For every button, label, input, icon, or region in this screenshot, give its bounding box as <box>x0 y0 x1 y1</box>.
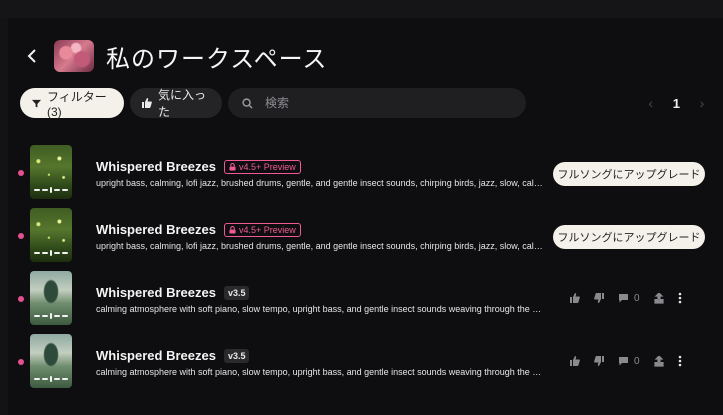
toolbar: フィルター(3) 気に入った ‹ 1 › <box>20 88 710 119</box>
like-button[interactable] <box>570 356 580 366</box>
song-title-line: Whispered Breezes v4.5+ Preview <box>96 222 301 237</box>
song-row[interactable]: Whispered Breezes v3.5 calming atmospher… <box>0 266 723 329</box>
new-indicator-dot <box>18 296 24 302</box>
new-indicator-dot <box>18 359 24 365</box>
song-row[interactable]: Whispered Breezes v4.5+ Preview upright … <box>0 140 723 203</box>
song-title[interactable]: Whispered Breezes <box>96 159 216 174</box>
song-title[interactable]: Whispered Breezes <box>96 348 216 363</box>
new-indicator-dot <box>18 170 24 176</box>
pagination: ‹ 1 › <box>643 88 710 118</box>
more-vertical-icon <box>678 355 681 367</box>
more-options-button[interactable] <box>678 355 682 367</box>
thumbs-down-icon <box>594 293 604 303</box>
song-tags: upright bass, calming, lofi jazz, brushe… <box>96 178 546 188</box>
upgrade-button[interactable]: フルソングにアップグレード <box>553 162 705 186</box>
comment-icon <box>619 357 628 366</box>
filter-button[interactable]: フィルター(3) <box>20 88 124 119</box>
version-badge: v3.5 <box>223 348 250 363</box>
current-page-number: 1 <box>672 95 680 111</box>
filter-label: フィルター(3) <box>47 89 107 119</box>
song-list: Whispered Breezes v4.5+ Preview upright … <box>0 140 723 392</box>
comment-button[interactable]: 0 <box>618 293 640 304</box>
song-cover-image[interactable] <box>30 145 72 199</box>
waveform-icon <box>34 376 68 382</box>
song-cover-image[interactable] <box>30 208 72 262</box>
comment-icon <box>619 294 628 303</box>
song-cover-image[interactable] <box>30 271 72 325</box>
song-tags: calming atmosphere with soft piano, slow… <box>96 367 546 377</box>
song-title-line: Whispered Breezes v3.5 <box>96 348 250 363</box>
version-badge: v4.5+ Preview <box>223 222 301 237</box>
favorites-button[interactable]: 気に入った <box>130 88 222 119</box>
back-button[interactable] <box>22 46 42 66</box>
lock-icon <box>229 225 236 234</box>
lock-icon <box>229 162 236 171</box>
workspace-thumbnail <box>54 40 94 72</box>
song-title[interactable]: Whispered Breezes <box>96 222 216 237</box>
page-title: 私のワークスペース <box>106 44 328 73</box>
thumbs-up-icon <box>570 356 580 366</box>
song-tags: calming atmosphere with soft piano, slow… <box>96 304 546 314</box>
version-badge-text: v4.5+ Preview <box>238 161 296 172</box>
more-vertical-icon <box>678 292 681 304</box>
prev-page-icon[interactable]: ‹ <box>643 95 659 111</box>
like-button[interactable] <box>570 293 580 303</box>
comment-button[interactable]: 0 <box>618 356 640 367</box>
song-actions: 0 <box>570 354 696 368</box>
thumbs-down-icon <box>594 356 604 366</box>
song-row[interactable]: Whispered Breezes v3.5 calming atmospher… <box>0 329 723 392</box>
favorites-label: 気に入った <box>158 88 207 119</box>
chevron-left-icon <box>27 49 36 63</box>
waveform-icon <box>34 313 68 319</box>
dislike-button[interactable] <box>594 293 604 303</box>
comment-count: 0 <box>634 292 640 304</box>
comment-count: 0 <box>634 355 640 367</box>
thumbs-up-icon <box>570 293 580 303</box>
song-title-line: Whispered Breezes v3.5 <box>96 285 250 300</box>
search-box[interactable] <box>228 88 526 118</box>
search-icon <box>242 97 253 109</box>
song-title-line: Whispered Breezes v4.5+ Preview <box>96 159 301 174</box>
dislike-button[interactable] <box>594 356 604 366</box>
top-strip <box>0 0 723 18</box>
share-button[interactable] <box>653 292 664 304</box>
share-icon <box>653 355 664 367</box>
filter-icon <box>32 99 41 108</box>
share-icon <box>653 292 664 304</box>
song-tags: upright bass, calming, lofi jazz, brushe… <box>96 241 546 251</box>
thumbs-up-icon <box>142 98 152 108</box>
version-badge: v4.5+ Preview <box>223 159 301 174</box>
song-cover-image[interactable] <box>30 334 72 388</box>
song-row[interactable]: Whispered Breezes v4.5+ Preview upright … <box>0 203 723 266</box>
more-options-button[interactable] <box>678 292 682 304</box>
next-page-icon[interactable]: › <box>694 95 710 111</box>
song-actions: 0 <box>570 291 696 305</box>
upgrade-button[interactable]: フルソングにアップグレード <box>553 225 705 249</box>
waveform-icon <box>34 187 68 193</box>
song-title[interactable]: Whispered Breezes <box>96 285 216 300</box>
new-indicator-dot <box>18 233 24 239</box>
version-badge: v3.5 <box>223 285 250 300</box>
search-input[interactable] <box>263 95 497 111</box>
version-badge-text: v4.5+ Preview <box>238 224 296 235</box>
share-button[interactable] <box>653 355 664 367</box>
waveform-icon <box>34 250 68 256</box>
workspace-header: 私のワークスペース <box>22 36 327 76</box>
